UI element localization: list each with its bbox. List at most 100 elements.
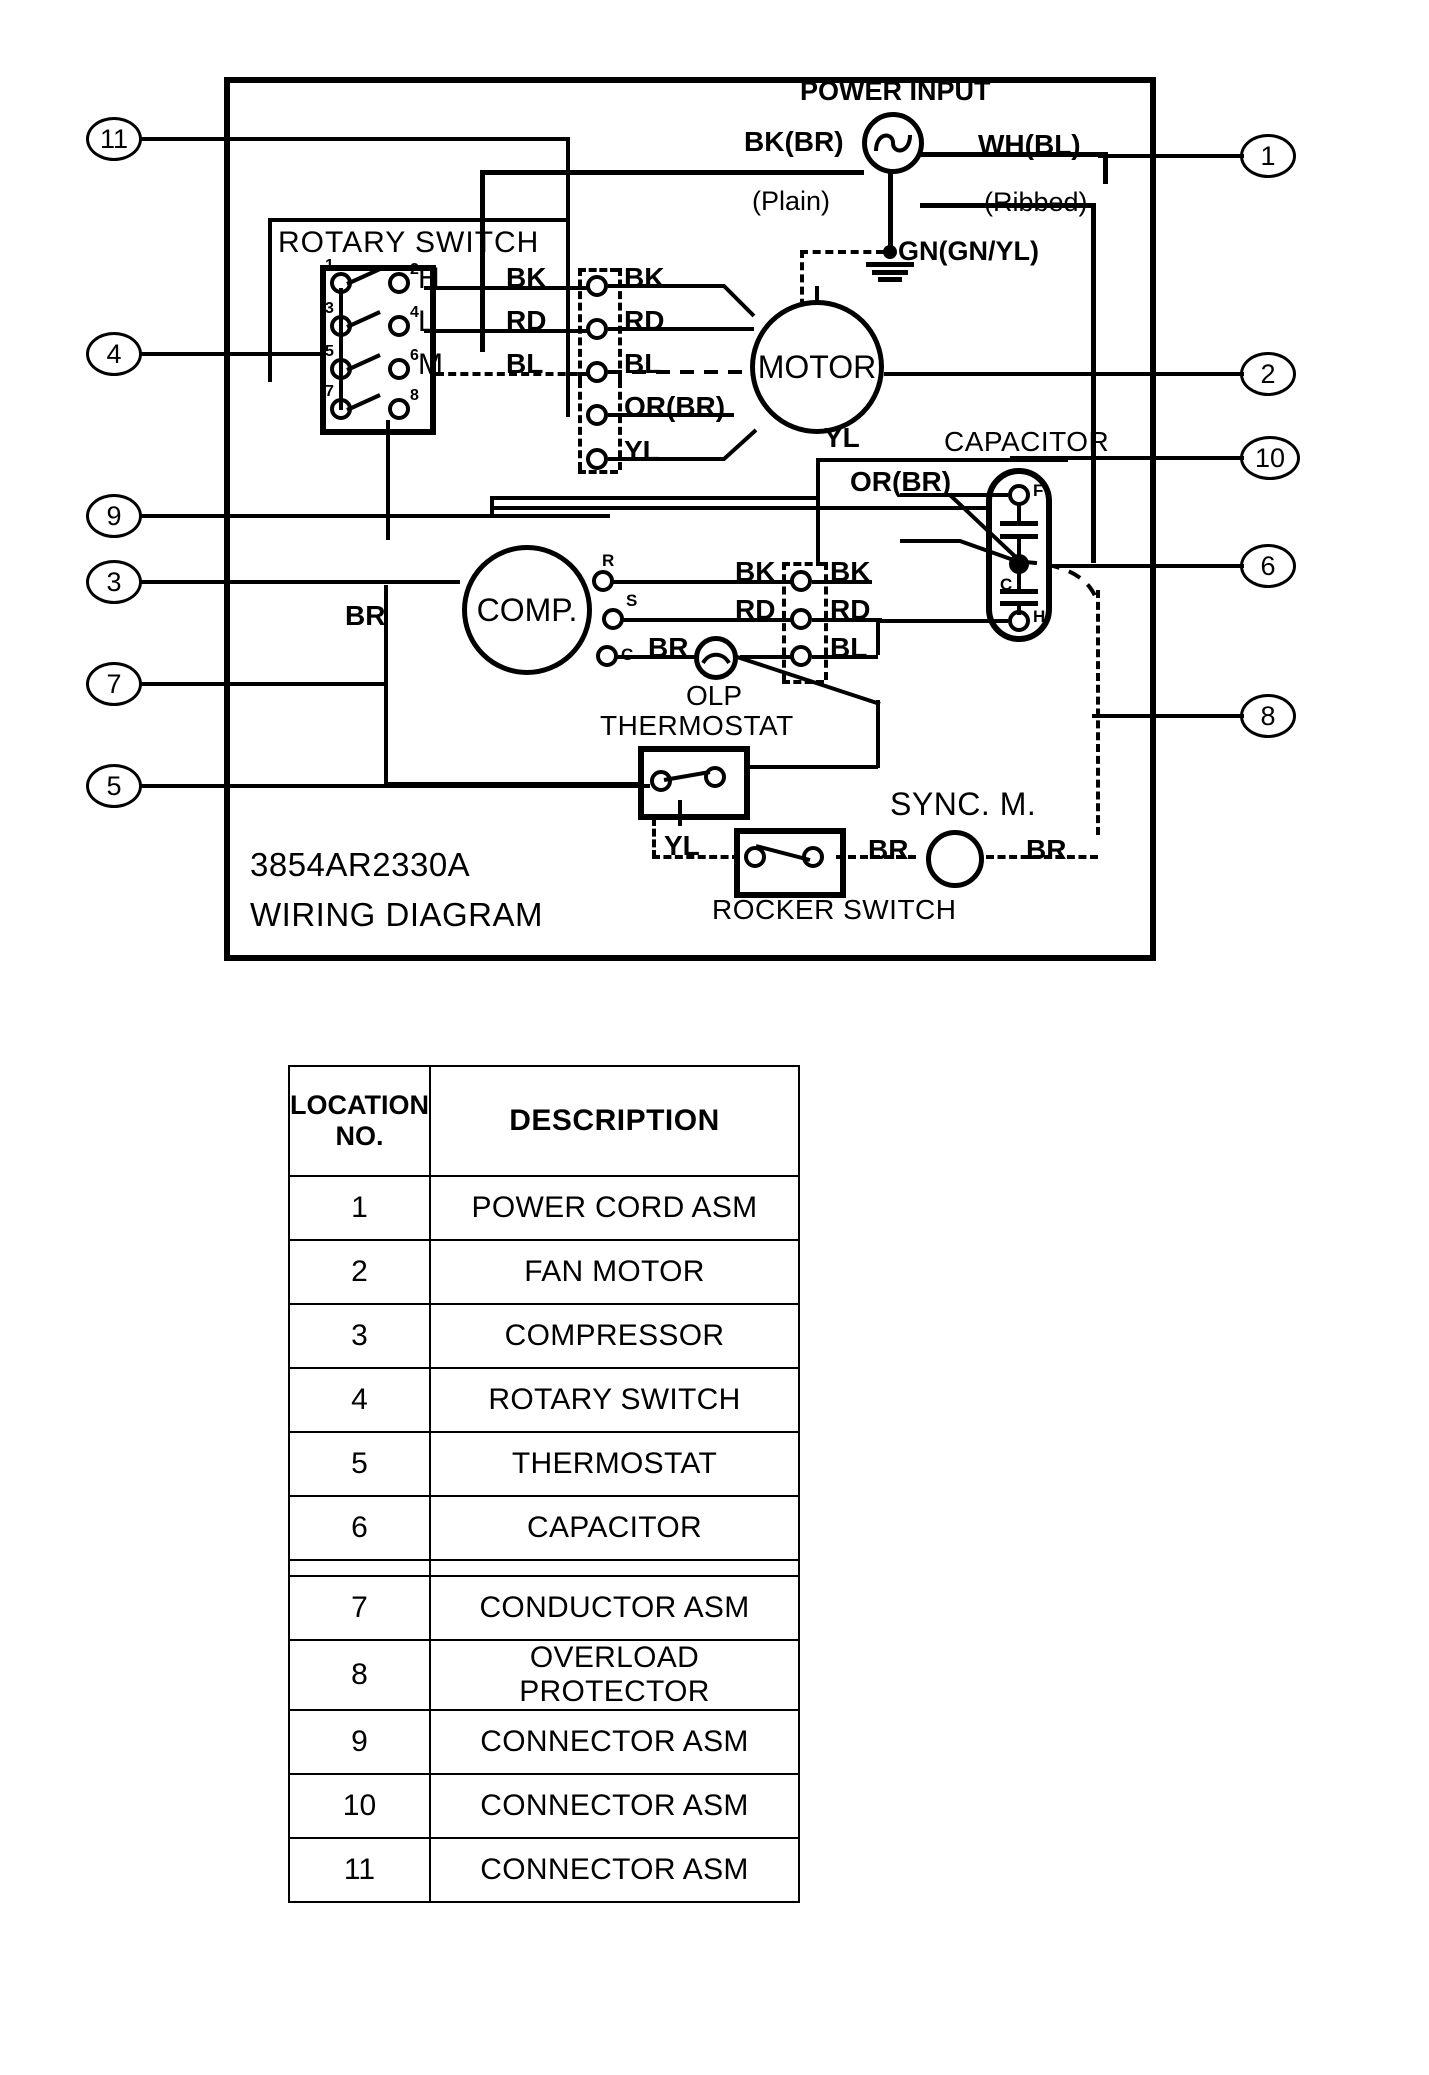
leader-line-7: [140, 682, 380, 686]
power-source-symbol: [862, 112, 924, 174]
rocker-switch-label: ROCKER SWITCH: [712, 894, 957, 925]
table-row[interactable]: 3 COMPRESSOR: [288, 1303, 801, 1369]
table-cell-description: THERMOSTAT: [428, 1431, 801, 1497]
parts-table-body: 1 POWER CORD ASM 2 FAN MOTOR 3 COMPRESSOR 4 ROT…: [288, 1175, 801, 1903]
connector-9-rail-drop: [490, 496, 494, 516]
callout-3[interactable]: 3: [86, 560, 142, 604]
motor-feed-yl-label: YL: [824, 422, 860, 453]
callout-9[interactable]: 9: [86, 494, 142, 538]
table-cell-location-no: 3: [288, 1303, 431, 1369]
sync-motor-symbol: [926, 830, 984, 888]
power-input-label: POWER INPUT: [800, 76, 991, 106]
motor-ground-stub: [815, 286, 819, 304]
callout-8[interactable]: 8: [1240, 694, 1296, 738]
compressor-terminal-r: [592, 570, 614, 592]
compressor-terminal-r-label: R: [602, 551, 615, 570]
diagram-part-number: 3854AR2330A: [250, 846, 471, 883]
table-row[interactable]: 2 FAN MOTOR: [288, 1239, 801, 1305]
sync-motor-label: SYNC. M.: [890, 786, 1037, 822]
table-cell-description: CONNECTOR ASM: [428, 1773, 801, 1839]
table-cell-description: CONDUCTOR ASM: [428, 1575, 801, 1641]
connector-block-left-edge: [578, 268, 582, 380]
callout-11[interactable]: 11: [86, 117, 142, 161]
table-row-gap: [288, 1559, 801, 1577]
compressor-symbol: COMP.: [462, 545, 592, 675]
wire-ground-dashed-run: [800, 250, 884, 254]
sine-wave-icon: [874, 133, 912, 153]
wire-line-hot-left-drop: [480, 170, 485, 352]
wire-comp-s: [622, 618, 792, 622]
parts-table-element: LOCATION NO. DESCRIPTION 1 POWER CORD ASM…: [288, 1065, 801, 1903]
wire-feed-or-drop: [816, 458, 820, 566]
table-cell-location-no: 4: [288, 1367, 431, 1433]
wire-bk-to-connector: [424, 286, 590, 290]
table-cell-location-no: 10: [288, 1773, 431, 1839]
wire-rd-to-connector: [424, 329, 590, 333]
capacitor-converging-leads: [900, 493, 1024, 565]
line-wire-note-label: (Plain): [752, 186, 831, 216]
leader-line-8: [1092, 714, 1244, 718]
rotary-switch-leader-run: [320, 352, 326, 356]
wire-bl-to-connector: [436, 372, 590, 376]
leader-line-4: [140, 352, 320, 356]
fan-motor-symbol: MOTOR: [750, 300, 884, 434]
ground-junction-dot: [883, 245, 897, 259]
leader-line-11: [140, 137, 570, 141]
wire-neutral-run: [920, 203, 1096, 208]
comp-connector-top-edge: [782, 562, 824, 566]
callout-4[interactable]: 4: [86, 332, 142, 376]
table-cell-location-no: 7: [288, 1575, 431, 1641]
wire-neutral-right-drop: [1103, 152, 1108, 184]
table-cell-description: ROTARY SWITCH: [428, 1367, 801, 1433]
table-row[interactable]: 1 POWER CORD ASM: [288, 1175, 801, 1241]
rotary-switch-label: ROTARY SWITCH: [278, 226, 540, 259]
table-cell-location-no: 8: [288, 1639, 431, 1711]
parts-table-header-row: LOCATION NO. DESCRIPTION: [288, 1065, 801, 1177]
table-cell-description: COMPRESSOR: [428, 1303, 801, 1369]
callout-10[interactable]: 10: [1240, 436, 1300, 480]
header-location-no: LOCATION NO.: [288, 1065, 431, 1177]
wire-neutral-top: [920, 152, 1108, 157]
line-wire-color-label: BK(BR): [744, 126, 844, 157]
wire-comp-c: [616, 655, 696, 659]
capacitor-dashed-branch: [1023, 560, 1098, 599]
capacitor-label: CAPACITOR: [944, 426, 1110, 457]
capacitor-terminal-f-label: F: [1033, 481, 1044, 500]
wire-feed-yl-run: [490, 496, 816, 500]
olp-contact-icon: [701, 652, 731, 665]
leader-line-2: [884, 372, 1244, 376]
table-row[interactable]: 8 OVERLOAD PROTECTOR: [288, 1639, 801, 1711]
table-row[interactable]: 9 CONNECTOR ASM: [288, 1709, 801, 1775]
table-cell-location-no: 9: [288, 1709, 431, 1775]
wire-neutral-drop: [1091, 203, 1096, 563]
callout-6[interactable]: 6: [1240, 544, 1296, 588]
header-location-line1: LOCATION: [290, 1089, 429, 1120]
compressor-label: COMP.: [476, 592, 578, 628]
rotary-switch-bottom-drop: [386, 420, 390, 540]
wire-thermostat-return-run: [746, 765, 878, 769]
earth-bar-1: [866, 262, 914, 267]
connector-block-top-edge: [578, 268, 618, 272]
table-row[interactable]: 7 CONDUCTOR ASM: [288, 1575, 801, 1641]
table-row[interactable]: 4 ROTARY SWITCH: [288, 1367, 801, 1433]
table-cell-location-no: 11: [288, 1837, 431, 1903]
table-row[interactable]: 10 CONNECTOR ASM: [288, 1773, 801, 1839]
table-cell-description: OVERLOAD PROTECTOR: [428, 1639, 801, 1711]
sync-out-wire-label: BR: [1026, 834, 1067, 865]
rocker-out-wire-label: BR: [868, 834, 909, 865]
callout-1[interactable]: 1: [1240, 134, 1296, 178]
earth-bar-3: [878, 277, 902, 282]
callout-2[interactable]: 2: [1240, 352, 1296, 396]
callout-5[interactable]: 5: [86, 764, 142, 808]
table-row[interactable]: 6 CAPACITOR: [288, 1495, 801, 1561]
leader-line-3: [140, 580, 460, 584]
table-cell-location-no: 1: [288, 1175, 431, 1241]
table-row[interactable]: 5 THERMOSTAT: [288, 1431, 801, 1497]
wire-thermostat-return-drop: [876, 700, 880, 768]
leader-line-1: [1098, 154, 1244, 158]
callout-7[interactable]: 7: [86, 662, 142, 706]
connector-9-rail: [490, 514, 610, 518]
table-row[interactable]: 11 CONNECTOR ASM: [288, 1837, 801, 1903]
comp-connector-pin-rd: [790, 608, 812, 630]
table-cell-location-no: 6: [288, 1495, 431, 1561]
